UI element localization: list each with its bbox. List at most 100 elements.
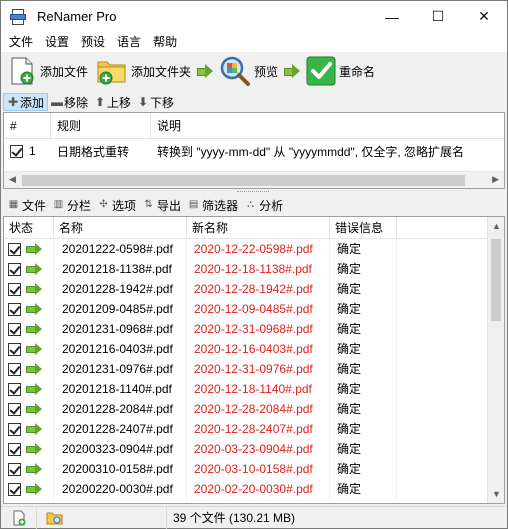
- files-menu-button[interactable]: ▦ 文件: [5, 197, 50, 214]
- file-row[interactable]: 20200220-0030#.pdf 2020-02-20-0030#.pdf 确定: [4, 479, 504, 499]
- menu-language[interactable]: 语言: [111, 32, 147, 52]
- analyze-menu-button[interactable]: ⛬ 分析: [242, 197, 287, 214]
- file-checkbox[interactable]: [8, 262, 21, 276]
- file-status: [4, 419, 54, 439]
- rule-checkbox[interactable]: [10, 144, 23, 158]
- file-error-info: 确定: [330, 319, 397, 339]
- remove-rule-label: 移除: [64, 95, 89, 110]
- magnifier-icon: [220, 56, 251, 86]
- arrow-up-icon: ⬆: [95, 95, 106, 109]
- file-checkbox[interactable]: [8, 442, 21, 456]
- file-checkbox[interactable]: [8, 482, 21, 496]
- export-menu-button[interactable]: ⇅ 导出: [140, 197, 185, 214]
- file-error-info: 确定: [330, 479, 397, 499]
- file-name: 20200323-0904#.pdf: [54, 439, 187, 459]
- preview-button[interactable]: 预览: [217, 53, 280, 89]
- file-status: [4, 239, 54, 259]
- options-menu-button[interactable]: ✣ 选项: [95, 197, 140, 214]
- rules-col-rule[interactable]: 规则: [51, 112, 151, 139]
- file-count-summary: 39 个文件 (130.21 MB): [173, 511, 296, 525]
- remove-rule-button[interactable]: ▬ 移除: [48, 93, 91, 111]
- file-name: 20201216-0403#.pdf: [54, 339, 187, 359]
- analyze-menu-label: 分析: [259, 198, 284, 213]
- file-status: [4, 339, 54, 359]
- rules-scroll-thumb[interactable]: [22, 175, 465, 186]
- add-files-button[interactable]: 添加文件: [5, 53, 90, 89]
- files-col-error[interactable]: 错误信息: [330, 217, 397, 239]
- file-row[interactable]: 20200323-0904#.pdf 2020-03-23-0904#.pdf 确定: [4, 439, 504, 459]
- scroll-left-icon[interactable]: ◀: [9, 174, 16, 185]
- file-row[interactable]: 20201231-0968#.pdf 2020-12-31-0968#.pdf 确定: [4, 319, 504, 339]
- status-add-file-icon[interactable]: [11, 510, 27, 526]
- file-checkbox[interactable]: [8, 462, 21, 476]
- file-new-name: 2020-12-18-1140#.pdf: [187, 379, 330, 399]
- file-checkbox[interactable]: [8, 322, 21, 336]
- menu-help[interactable]: 帮助: [147, 32, 183, 52]
- rule-index: 1: [29, 144, 36, 158]
- add-folder-icon: [97, 61, 126, 85]
- grid-icon: ▦: [8, 199, 19, 210]
- columns-menu-button[interactable]: ▥ 分栏: [50, 197, 95, 214]
- rename-label: 重命名: [339, 64, 376, 79]
- move-up-button[interactable]: ⬆ 上移: [91, 93, 134, 111]
- add-rule-button[interactable]: ✚ 添加: [3, 93, 49, 111]
- rename-button[interactable]: 重命名: [304, 53, 377, 89]
- add-folders-button[interactable]: 添加文件夹: [94, 53, 193, 89]
- files-scroll-thumb[interactable]: [491, 239, 501, 321]
- file-new-name: 2020-12-28-2084#.pdf: [187, 399, 330, 419]
- minimize-button[interactable]: —: [369, 1, 415, 32]
- files-col-status[interactable]: 状态: [4, 217, 54, 239]
- add-rule-label: 添加: [20, 95, 45, 110]
- minus-icon: ▬: [51, 95, 64, 109]
- status-folder-search-icon[interactable]: [46, 510, 64, 526]
- title-bar: ReNamer Pro — ☐ ✕: [1, 1, 507, 32]
- file-row[interactable]: 20201228-2084#.pdf 2020-12-28-2084#.pdf 确定: [4, 399, 504, 419]
- close-button[interactable]: ✕: [461, 1, 507, 32]
- rules-col-index[interactable]: #: [4, 112, 51, 139]
- move-down-button[interactable]: ⬇ 下移: [134, 93, 177, 111]
- menu-presets[interactable]: 预设: [75, 32, 111, 52]
- file-error-info: 确定: [330, 279, 397, 299]
- file-checkbox[interactable]: [8, 422, 21, 436]
- file-row[interactable]: 20201218-1138#.pdf 2020-12-18-1138#.pdf 确定: [4, 259, 504, 279]
- maximize-button[interactable]: ☐: [415, 1, 461, 32]
- scroll-up-icon[interactable]: ▲: [492, 221, 501, 231]
- file-checkbox[interactable]: [8, 362, 21, 376]
- file-row[interactable]: 20201222-0598#.pdf 2020-12-22-0598#.pdf 确定: [4, 239, 504, 259]
- file-row[interactable]: 20201216-0403#.pdf 2020-12-16-0403#.pdf 确定: [4, 339, 504, 359]
- rename-check-icon: [306, 56, 336, 86]
- file-row[interactable]: 20201218-1140#.pdf 2020-12-18-1140#.pdf 确定: [4, 379, 504, 399]
- menu-settings[interactable]: 设置: [39, 32, 75, 52]
- file-status: [4, 439, 54, 459]
- file-name: 20201222-0598#.pdf: [54, 239, 187, 259]
- file-row[interactable]: 20201228-2407#.pdf 2020-12-28-2407#.pdf 确定: [4, 419, 504, 439]
- menu-file[interactable]: 文件: [3, 32, 39, 52]
- status-bar: 39 个文件 (130.21 MB): [1, 506, 507, 529]
- file-row[interactable]: 20201209-0485#.pdf 2020-12-09-0485#.pdf 确定: [4, 299, 504, 319]
- status-ok-arrow-icon: [26, 323, 42, 335]
- rules-col-desc[interactable]: 说明: [151, 113, 504, 139]
- file-row[interactable]: 20201228-1942#.pdf 2020-12-28-1942#.pdf 确定: [4, 279, 504, 299]
- file-row[interactable]: 20201231-0976#.pdf 2020-12-31-0976#.pdf 确定: [4, 359, 504, 379]
- file-checkbox[interactable]: [8, 302, 21, 316]
- files-vertical-scrollbar[interactable]: ▲ ▼: [487, 217, 504, 503]
- file-checkbox[interactable]: [8, 282, 21, 296]
- file-row[interactable]: 20200310-0158#.pdf 2020-03-10-0158#.pdf 确定: [4, 459, 504, 479]
- add-files-label: 添加文件: [40, 64, 89, 79]
- scroll-down-icon[interactable]: ▼: [492, 489, 501, 499]
- file-checkbox[interactable]: [8, 402, 21, 416]
- file-error-info: 确定: [330, 359, 397, 379]
- file-checkbox[interactable]: [8, 242, 21, 256]
- rule-description: 转换到 "yyyy-mm-dd" 从 "yyyymmdd", 仅全字, 忽略扩展…: [157, 144, 465, 159]
- rule-row[interactable]: 1 日期格式重转 转换到 "yyyy-mm-dd" 从 "yyyymmdd", …: [4, 139, 504, 163]
- scroll-right-icon[interactable]: ▶: [492, 174, 499, 185]
- status-ok-arrow-icon: [26, 403, 42, 415]
- file-checkbox[interactable]: [8, 342, 21, 356]
- move-up-label: 上移: [107, 95, 132, 110]
- plus-icon: ✚: [7, 95, 19, 109]
- rules-horizontal-scrollbar[interactable]: ◀ ▶: [4, 171, 504, 188]
- filter-menu-button[interactable]: ▤ 筛选器: [185, 197, 242, 214]
- files-col-newname[interactable]: 新名称: [187, 217, 330, 239]
- files-col-name[interactable]: 名称: [54, 217, 187, 239]
- file-checkbox[interactable]: [8, 382, 21, 396]
